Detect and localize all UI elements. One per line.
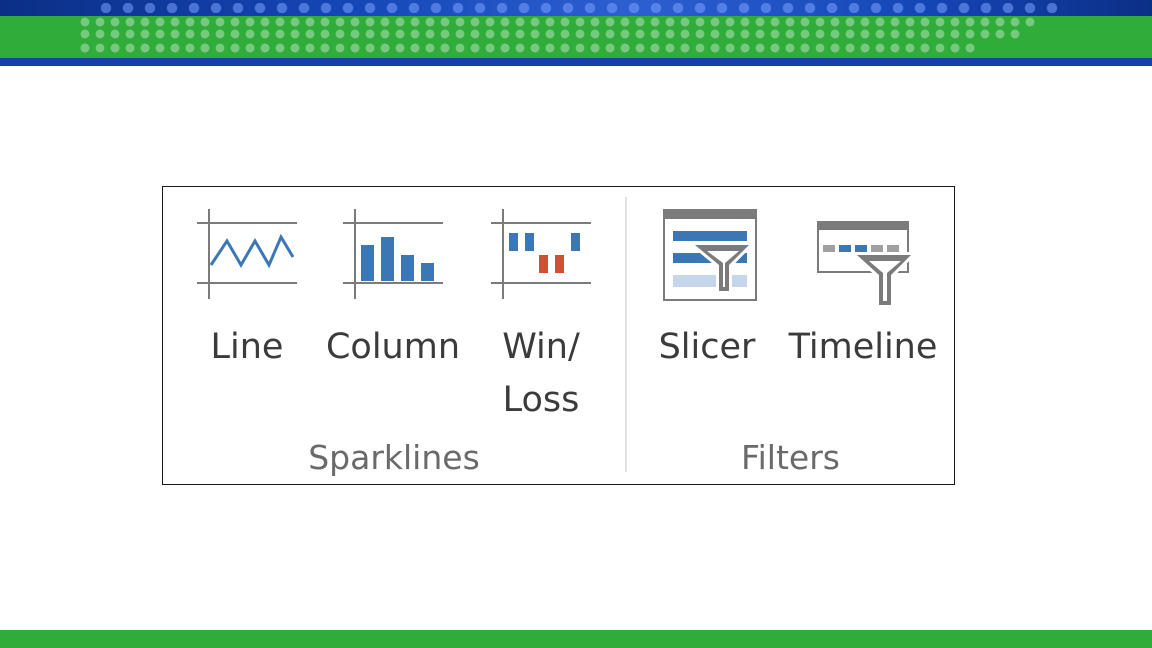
banner-dot-pattern xyxy=(80,43,980,53)
banner-dot-pattern xyxy=(80,17,1040,27)
timeline-button[interactable]: Timeline xyxy=(783,187,943,427)
banner-dot-pattern xyxy=(80,29,1020,39)
slicer-button[interactable]: Slicer xyxy=(651,187,763,427)
banner-blue-underline xyxy=(0,58,1152,66)
sparklines-group-label: Sparklines xyxy=(308,438,480,477)
top-banner xyxy=(0,0,1152,66)
column-sparkline-button[interactable]: Column xyxy=(313,187,473,427)
filters-group-label: Filters xyxy=(741,438,840,477)
banner-dot-pattern xyxy=(100,3,1060,13)
line-sparkline-button[interactable]: Line xyxy=(191,187,303,427)
column-button-label: Column xyxy=(325,327,461,367)
timeline-icon xyxy=(817,221,913,307)
win-loss-sparkline-button[interactable]: Win/ Loss xyxy=(485,187,597,427)
ribbon-panel: Line Column Win/ Loss Sparklines Slicer … xyxy=(162,186,955,485)
slicer-button-label: Slicer xyxy=(658,327,756,367)
sparklines-group: Line Column Win/ Loss Sparklines xyxy=(163,187,625,484)
timeline-button-label: Timeline xyxy=(788,327,938,367)
line-sparkline-icon xyxy=(197,209,297,299)
win-loss-sparkline-icon xyxy=(491,209,591,299)
slicer-icon xyxy=(663,209,757,301)
column-sparkline-icon xyxy=(343,209,443,299)
line-button-label: Line xyxy=(210,327,284,367)
bottom-green-band xyxy=(0,630,1152,648)
filters-group: Slicer Timeline Filters xyxy=(627,187,954,484)
win-loss-button-label: Win/ Loss xyxy=(502,327,580,420)
